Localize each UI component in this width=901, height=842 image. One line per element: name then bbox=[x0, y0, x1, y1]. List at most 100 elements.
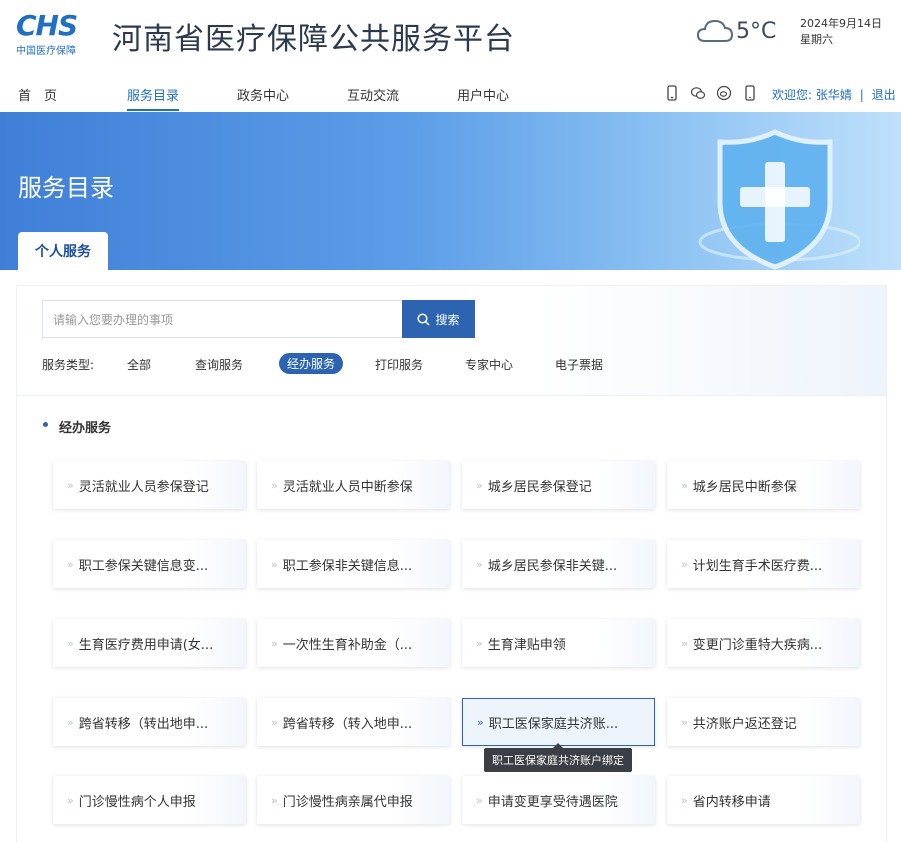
service-card[interactable]: » 城乡居民参保登记 bbox=[462, 461, 655, 509]
main-nav: 首 页 服务目录 政务中心 互动交流 用户中心 欢迎您: 张华婧 | 退出 bbox=[0, 76, 901, 112]
cloud-icon bbox=[696, 19, 734, 42]
service-card[interactable]: » 一次性生育补助金（... bbox=[257, 619, 450, 667]
chevron-right-icon: » bbox=[476, 636, 483, 650]
service-card-label: 变更门诊重特大疾病... bbox=[692, 637, 823, 653]
service-card-label: 门诊慢性病亲属代申报 bbox=[282, 794, 413, 810]
banner-title: 服务目录 bbox=[18, 174, 114, 202]
chevron-right-icon: » bbox=[67, 715, 74, 729]
filter-label: 服务类型: bbox=[42, 358, 95, 372]
chevron-right-icon: » bbox=[271, 793, 278, 807]
service-card[interactable]: » 灵活就业人员中断参保 bbox=[257, 461, 450, 509]
nav-government-center[interactable]: 政务中心 bbox=[237, 85, 289, 104]
logout-link[interactable]: 退出 bbox=[872, 88, 896, 102]
app-icon[interactable] bbox=[742, 85, 758, 101]
weekday-text: 星期六 bbox=[800, 33, 833, 46]
service-card[interactable]: » 计划生育手术医疗费... bbox=[667, 540, 860, 588]
service-card[interactable]: » 职工参保关键信息变... bbox=[53, 540, 246, 588]
logo-mark: CHS bbox=[16, 9, 78, 42]
welcome-prefix: 欢迎您: bbox=[772, 88, 813, 102]
chevron-right-icon: » bbox=[476, 557, 483, 571]
service-card-label: 门诊慢性病个人申报 bbox=[78, 794, 196, 810]
service-card[interactable]: » 城乡居民参保非关键... bbox=[462, 540, 655, 588]
service-card[interactable]: » 生育医疗费用申请(女... bbox=[53, 619, 246, 667]
chevron-right-icon: » bbox=[67, 478, 74, 492]
search-button[interactable]: 搜索 bbox=[402, 300, 475, 338]
chevron-right-icon: » bbox=[476, 793, 483, 807]
search-icon bbox=[417, 312, 431, 326]
nav-icon-group bbox=[664, 85, 758, 101]
service-card-label: 城乡居民参保非关键... bbox=[487, 558, 618, 574]
card-tooltip: 职工医保家庭共济账户绑定 bbox=[484, 743, 632, 772]
filter-handling[interactable]: 经办服务 bbox=[279, 353, 344, 374]
site-title: 河南省医疗保障公共服务平台 bbox=[112, 22, 515, 57]
wechat-icon[interactable] bbox=[690, 85, 706, 101]
service-card[interactable]: » 城乡居民中断参保 bbox=[667, 461, 860, 509]
tab-personal-service[interactable]: 个人服务 bbox=[18, 232, 108, 270]
service-card-label: 城乡居民参保登记 bbox=[487, 479, 592, 495]
service-card-label: 省内转移申请 bbox=[692, 794, 771, 810]
section-bullet bbox=[43, 422, 48, 427]
filter-print[interactable]: 打印服务 bbox=[375, 356, 423, 373]
service-card-label: 共济账户返还登记 bbox=[692, 716, 797, 732]
filter-all[interactable]: 全部 bbox=[127, 356, 151, 373]
date-display: 2024年9月14日 星期六 bbox=[800, 16, 882, 48]
chevron-right-icon: » bbox=[271, 557, 278, 571]
chevron-right-icon: » bbox=[681, 557, 688, 571]
service-card-label: 计划生育手术医疗费... bbox=[692, 558, 823, 574]
separator: | bbox=[859, 88, 864, 102]
chevron-right-icon: » bbox=[681, 715, 688, 729]
filter-expert[interactable]: 专家中心 bbox=[465, 356, 513, 373]
temperature: 5°C bbox=[736, 18, 777, 44]
service-card-label: 灵活就业人员参保登记 bbox=[78, 479, 209, 495]
site-logo[interactable]: CHS 中国医疗保障 bbox=[16, 9, 90, 58]
nav-active-indicator bbox=[127, 109, 179, 111]
date-text: 2024年9月14日 bbox=[800, 17, 882, 30]
service-card[interactable]: » 省内转移申请 bbox=[667, 776, 860, 824]
service-card[interactable]: » 生育津贴申领 bbox=[462, 619, 655, 667]
service-card-label: 申请变更享受待遇医院 bbox=[487, 794, 618, 810]
nav-user-center[interactable]: 用户中心 bbox=[457, 85, 509, 104]
service-card[interactable]: » 门诊慢性病亲属代申报 bbox=[257, 776, 450, 824]
chevron-right-icon: » bbox=[271, 715, 278, 729]
service-card-label: 职工参保关键信息变... bbox=[78, 558, 209, 574]
chevron-right-icon: » bbox=[271, 636, 278, 650]
search-button-label: 搜索 bbox=[435, 312, 460, 327]
service-card[interactable]: » 跨省转移（转出地申... bbox=[53, 698, 246, 746]
service-card-label: 职工医保家庭共济账... bbox=[488, 716, 619, 732]
service-card-label: 跨省转移（转入地申... bbox=[282, 716, 413, 732]
filter-query[interactable]: 查询服务 bbox=[195, 356, 243, 373]
service-card-label: 生育津贴申领 bbox=[487, 637, 566, 653]
service-card-label: 城乡居民中断参保 bbox=[692, 479, 797, 495]
service-card[interactable]: » 门诊慢性病个人申报 bbox=[53, 776, 246, 824]
search-input[interactable]: 请输入您要办理的事项 bbox=[42, 300, 402, 338]
nav-home[interactable]: 首 页 bbox=[18, 85, 57, 104]
nav-interaction[interactable]: 互动交流 bbox=[347, 85, 399, 104]
user-name-link[interactable]: 张华婧 bbox=[816, 88, 852, 102]
top-header: CHS 中国医疗保障 河南省医疗保障公共服务平台 5°C 2024年9月14日 … bbox=[0, 0, 901, 76]
chevron-right-icon: » bbox=[681, 478, 688, 492]
weibo-icon[interactable] bbox=[716, 85, 732, 101]
service-card[interactable]: » 职工参保非关键信息... bbox=[257, 540, 450, 588]
mobile-icon[interactable] bbox=[664, 85, 680, 101]
service-panel: 请输入您要办理的事项 搜索 服务类型: 全部 查询服务 经办服务 打印服务 专家… bbox=[17, 286, 886, 842]
service-card[interactable]: » 申请变更享受待遇医院 bbox=[462, 776, 655, 824]
chevron-right-icon: » bbox=[476, 478, 483, 492]
chevron-right-icon: » bbox=[681, 793, 688, 807]
service-card[interactable]: » 职工医保家庭共济账... bbox=[462, 698, 655, 746]
service-card[interactable]: » 灵活就业人员参保登记 bbox=[53, 461, 246, 509]
service-card[interactable]: » 跨省转移（转入地申... bbox=[257, 698, 450, 746]
service-card[interactable]: » 变更门诊重特大疾病... bbox=[667, 619, 860, 667]
filter-e-receipt[interactable]: 电子票据 bbox=[555, 356, 603, 373]
nav-service-catalog[interactable]: 服务目录 bbox=[127, 85, 179, 104]
service-card[interactable]: » 共济账户返还登记 bbox=[667, 698, 860, 746]
section-title: 经办服务 bbox=[59, 421, 112, 436]
weather-widget: 5°C bbox=[696, 14, 776, 48]
chevron-right-icon: » bbox=[271, 478, 278, 492]
hero-banner: 服务目录 bbox=[0, 112, 901, 270]
chevron-right-icon: » bbox=[67, 557, 74, 571]
service-card-label: 灵活就业人员中断参保 bbox=[282, 479, 413, 495]
service-card-label: 生育医疗费用申请(女... bbox=[78, 637, 214, 653]
chevron-right-icon: » bbox=[67, 793, 74, 807]
service-card-label: 一次性生育补助金（... bbox=[282, 637, 413, 653]
chevron-right-icon: » bbox=[67, 636, 74, 650]
